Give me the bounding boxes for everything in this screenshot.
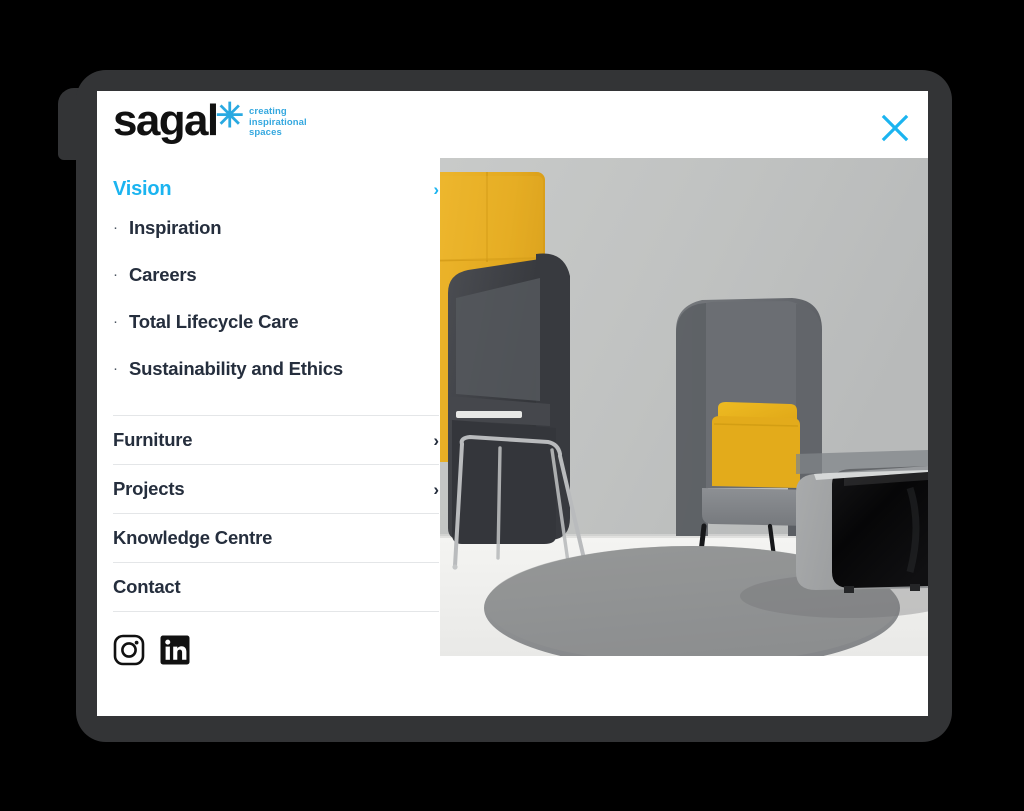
sidebar-item-label: Inspiration [129, 217, 222, 238]
social-links [113, 634, 439, 666]
sidebar-item-total-lifecycle-care[interactable]: · Total Lifecycle Care [113, 311, 439, 358]
close-button[interactable] [876, 109, 914, 147]
vision-submenu: · Inspiration · Careers · Total Lifecycl… [113, 217, 439, 405]
chevron-right-icon: › [433, 479, 439, 499]
sidebar-item-label: Total Lifecycle Care [129, 311, 299, 332]
instagram-icon[interactable] [113, 634, 145, 666]
sidebar-item-label: Careers [129, 264, 197, 285]
chevron-right-icon: › [433, 430, 439, 450]
bullet-icon: · [113, 219, 118, 236]
sagal-logo[interactable]: sagal ✳ creating inspirational spaces [113, 96, 307, 145]
sidebar-item-label: Sustainability and Ethics [129, 358, 343, 379]
nav-item-label: Projects [113, 478, 185, 499]
sidebar-item-sustainability-and-ethics[interactable]: · Sustainability and Ethics [113, 358, 439, 405]
bullet-icon: · [113, 360, 118, 377]
nav-item-knowledge-centre[interactable]: Knowledge Centre [113, 513, 439, 562]
nav-item-label: Knowledge Centre [113, 527, 273, 548]
nav-item-projects[interactable]: Projects › [113, 464, 439, 513]
sidebar-item-inspiration[interactable]: · Inspiration [113, 217, 439, 264]
hero-photo [440, 158, 928, 656]
nav-item-label: Contact [113, 576, 181, 597]
screenshot-stage: sagal ✳ creating inspirational spaces Vi… [0, 0, 1024, 811]
asterisk-icon: ✳ [215, 97, 245, 135]
chevron-right-icon: › [433, 179, 439, 199]
panel-header: sagal ✳ creating inspirational spaces [97, 91, 928, 157]
bullet-icon: · [113, 313, 118, 330]
nav-item-vision[interactable]: Vision › [113, 169, 439, 209]
main-navigation: Vision › · Inspiration · Careers · Total… [113, 169, 439, 666]
nav-sections: Furniture › Projects › Knowledge Centre … [113, 415, 439, 612]
nav-item-vision-label: Vision [113, 177, 172, 200]
logo-tagline: creating inspirational spaces [249, 106, 307, 138]
bullet-icon: · [113, 266, 118, 283]
logo-wordmark: sagal [113, 96, 219, 145]
sidebar-item-careers[interactable]: · Careers [113, 264, 439, 311]
linkedin-icon[interactable] [159, 634, 191, 666]
lounge-furniture-photograph [440, 158, 928, 656]
nav-item-label: Furniture [113, 429, 193, 450]
close-icon [881, 114, 909, 142]
nav-item-contact[interactable]: Contact [113, 562, 439, 612]
menu-overlay-panel: sagal ✳ creating inspirational spaces Vi… [97, 91, 928, 716]
nav-item-furniture[interactable]: Furniture › [113, 415, 439, 464]
